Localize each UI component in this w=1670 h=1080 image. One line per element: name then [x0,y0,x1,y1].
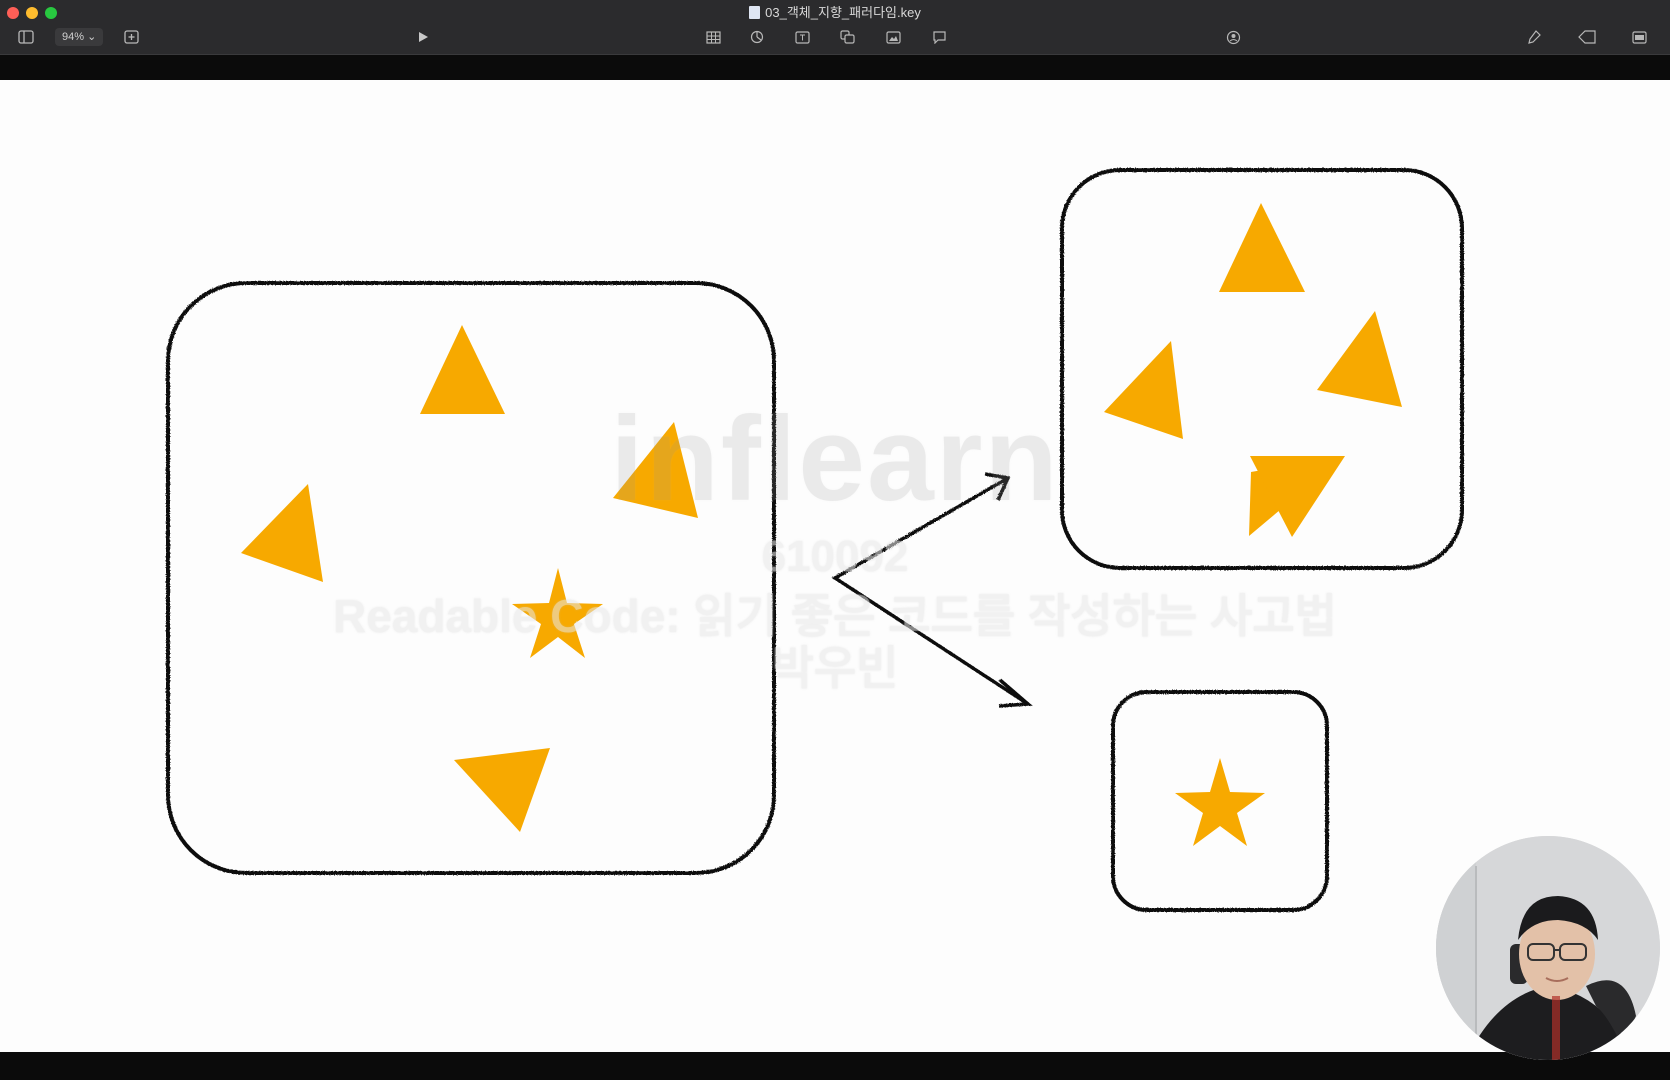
canvas-top-margin [0,55,1670,80]
media-icon [885,30,901,44]
collaborate-icon [1226,30,1240,44]
document-title: 03_객체_지향_패러다임.key [0,4,1670,22]
presenter-video-image [1436,836,1660,1060]
watermark-logo: inflearn [610,392,1060,526]
sidebar-toggle-button[interactable] [18,26,34,48]
document-inspector-button[interactable] [1631,26,1647,48]
chevron-down-icon: ⌄ [87,31,97,43]
comment-icon [932,31,946,44]
slide-canvas[interactable]: inflearn 610092 Readable Code: 읽기 좋은 코드를… [0,80,1670,1052]
format-button[interactable] [1526,26,1542,48]
shape-button[interactable] [839,26,855,48]
play-icon [419,32,428,42]
watermark-author: 박우빈 [771,642,899,694]
comment-button[interactable] [931,26,947,48]
canvas-bottom-margin [0,1052,1670,1080]
collaborate-button[interactable] [1224,26,1242,48]
presenter-webcam [1436,836,1660,1060]
format-icon [1528,29,1541,44]
sidebar-icon [18,30,34,44]
animate-button[interactable] [1578,26,1596,48]
zoom-select[interactable]: 94% ⌄ [55,28,104,46]
table-button[interactable] [705,26,721,48]
document-icon [1631,30,1647,44]
text-icon [794,30,810,44]
title-bar: 03_객체_지향_패러다임.key 94% ⌄ [0,0,1670,55]
animate-icon [1578,30,1596,44]
media-button[interactable] [885,26,901,48]
chart-button[interactable] [749,26,765,48]
chart-icon [750,30,764,44]
shape-icon [839,30,855,44]
text-box-button[interactable] [794,26,810,48]
document-title-text: 03_객체_지향_패러다임.key [765,5,921,20]
add-slide-button[interactable] [123,26,139,48]
zoom-value: 94% [62,31,85,43]
table-icon [705,30,721,44]
add-slide-icon [123,30,139,44]
keynote-file-icon [749,6,761,19]
play-button[interactable] [416,26,430,48]
watermark-id: 610092 [761,532,909,581]
